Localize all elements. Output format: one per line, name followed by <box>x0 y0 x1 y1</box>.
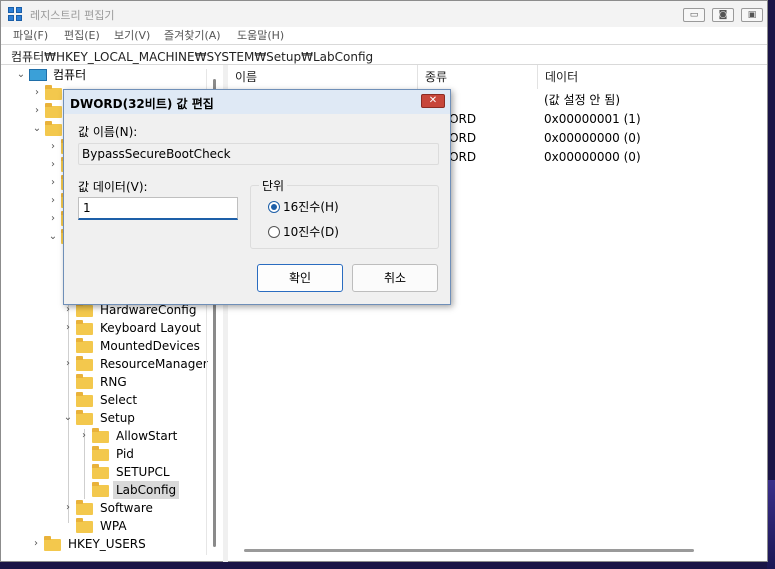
chevron-down-icon[interactable]: ⌄ <box>62 409 74 427</box>
menu-edit[interactable]: 편집(E) <box>64 27 100 43</box>
chevron-right-icon[interactable]: › <box>78 427 90 445</box>
column-header-name[interactable]: 이름 <box>228 65 418 89</box>
base-group: 단위 16진수(H) 10진수(D) <box>250 177 439 249</box>
base-legend: 단위 <box>259 177 288 194</box>
folder-icon <box>92 464 109 479</box>
value-data-label: 값 데이터(V): <box>78 180 148 194</box>
chevron-right-icon[interactable]: › <box>47 174 59 192</box>
folder-icon <box>44 536 61 551</box>
folder-icon <box>76 356 93 371</box>
chevron-right-icon[interactable]: › <box>62 355 74 373</box>
chevron-right-icon[interactable]: › <box>47 156 59 174</box>
folder-icon <box>92 446 109 461</box>
folder-icon <box>45 85 62 100</box>
menu-help[interactable]: 도움말(H) <box>237 27 284 43</box>
chevron-right-icon[interactable]: › <box>62 499 74 517</box>
list-horizontal-scrollbar[interactable] <box>228 544 768 558</box>
menu-view[interactable]: 보기(V) <box>114 27 150 43</box>
title-bar: 레지스트리 편집기 ▭ ◙ ▣ <box>1 1 767 27</box>
value-data: 0x00000000 (0) <box>544 150 641 164</box>
desktop-background <box>767 480 775 569</box>
chevron-right-icon[interactable]: › <box>47 192 59 210</box>
folder-icon <box>76 518 93 533</box>
column-header-type[interactable]: 종류 <box>418 65 538 89</box>
registry-app-icon <box>8 7 24 23</box>
scrollbar-thumb[interactable] <box>244 549 694 552</box>
restore-button[interactable]: ◙ <box>712 8 734 22</box>
ok-button[interactable]: 확인 <box>257 264 343 292</box>
chevron-right-icon[interactable]: › <box>62 319 74 337</box>
dialog-title: DWORD(32비트) 값 편집 <box>70 97 214 111</box>
address-bar[interactable]: 컴퓨터₩HKEY_LOCAL_MACHINE₩SYSTEM₩Setup₩LabC… <box>1 44 767 65</box>
edit-dword-dialog: DWORD(32비트) 값 편집 ✕ 값 이름(N): BypassSecure… <box>63 89 451 305</box>
close-button[interactable]: ▣ <box>741 8 763 22</box>
folder-icon <box>76 374 93 389</box>
value-data: 0x00000000 (0) <box>544 131 641 145</box>
window-title: 레지스트리 편집기 <box>30 9 115 22</box>
chevron-right-icon[interactable]: › <box>47 138 59 156</box>
cancel-button[interactable]: 취소 <box>352 264 438 292</box>
menu-file[interactable]: 파일(F) <box>13 27 48 43</box>
folder-open-icon <box>76 410 93 425</box>
radio-dot[interactable] <box>268 201 280 213</box>
folder-icon <box>76 302 93 317</box>
folder-icon <box>76 338 93 353</box>
chevron-right-icon[interactable]: › <box>47 210 59 228</box>
chevron-right-icon[interactable]: › <box>30 535 42 553</box>
menu-favorites[interactable]: 즐겨찾기(A) <box>164 27 221 43</box>
folder-icon <box>45 121 62 136</box>
chevron-right-icon[interactable]: › <box>31 102 43 120</box>
folder-icon <box>92 482 109 497</box>
radio-dot[interactable] <box>268 226 280 238</box>
chevron-right-icon[interactable]: › <box>31 84 43 102</box>
computer-icon <box>29 69 47 81</box>
column-header-data[interactable]: 데이터 <box>538 65 768 89</box>
value-name-label: 값 이름(N): <box>78 125 138 139</box>
folder-icon <box>76 392 93 407</box>
folder-icon <box>92 428 109 443</box>
chevron-down-icon[interactable]: ⌄ <box>47 228 59 246</box>
registry-editor-window: 레지스트리 편집기 ▭ ◙ ▣ 파일(F) 편집(E) 보기(V) 즐겨찾기(A… <box>0 0 768 562</box>
minimize-button[interactable]: ▭ <box>683 8 705 22</box>
value-data-input[interactable]: 1 <box>78 197 238 220</box>
dialog-title-bar[interactable]: DWORD(32비트) 값 편집 ✕ <box>64 90 450 114</box>
folder-icon <box>76 320 93 335</box>
chevron-down-icon[interactable]: ⌄ <box>15 66 27 84</box>
folder-icon <box>76 500 93 515</box>
chevron-down-icon[interactable]: ⌄ <box>31 120 43 138</box>
menu-bar: 파일(F) 편집(E) 보기(V) 즐겨찾기(A) 도움말(H) <box>1 27 767 43</box>
value-name-field: BypassSecureBootCheck <box>78 143 439 165</box>
dialog-close-button[interactable]: ✕ <box>421 94 445 108</box>
value-data: 0x00000001 (1) <box>544 112 641 126</box>
value-data: (값 설정 안 됨) <box>544 93 621 107</box>
folder-icon <box>45 103 62 118</box>
